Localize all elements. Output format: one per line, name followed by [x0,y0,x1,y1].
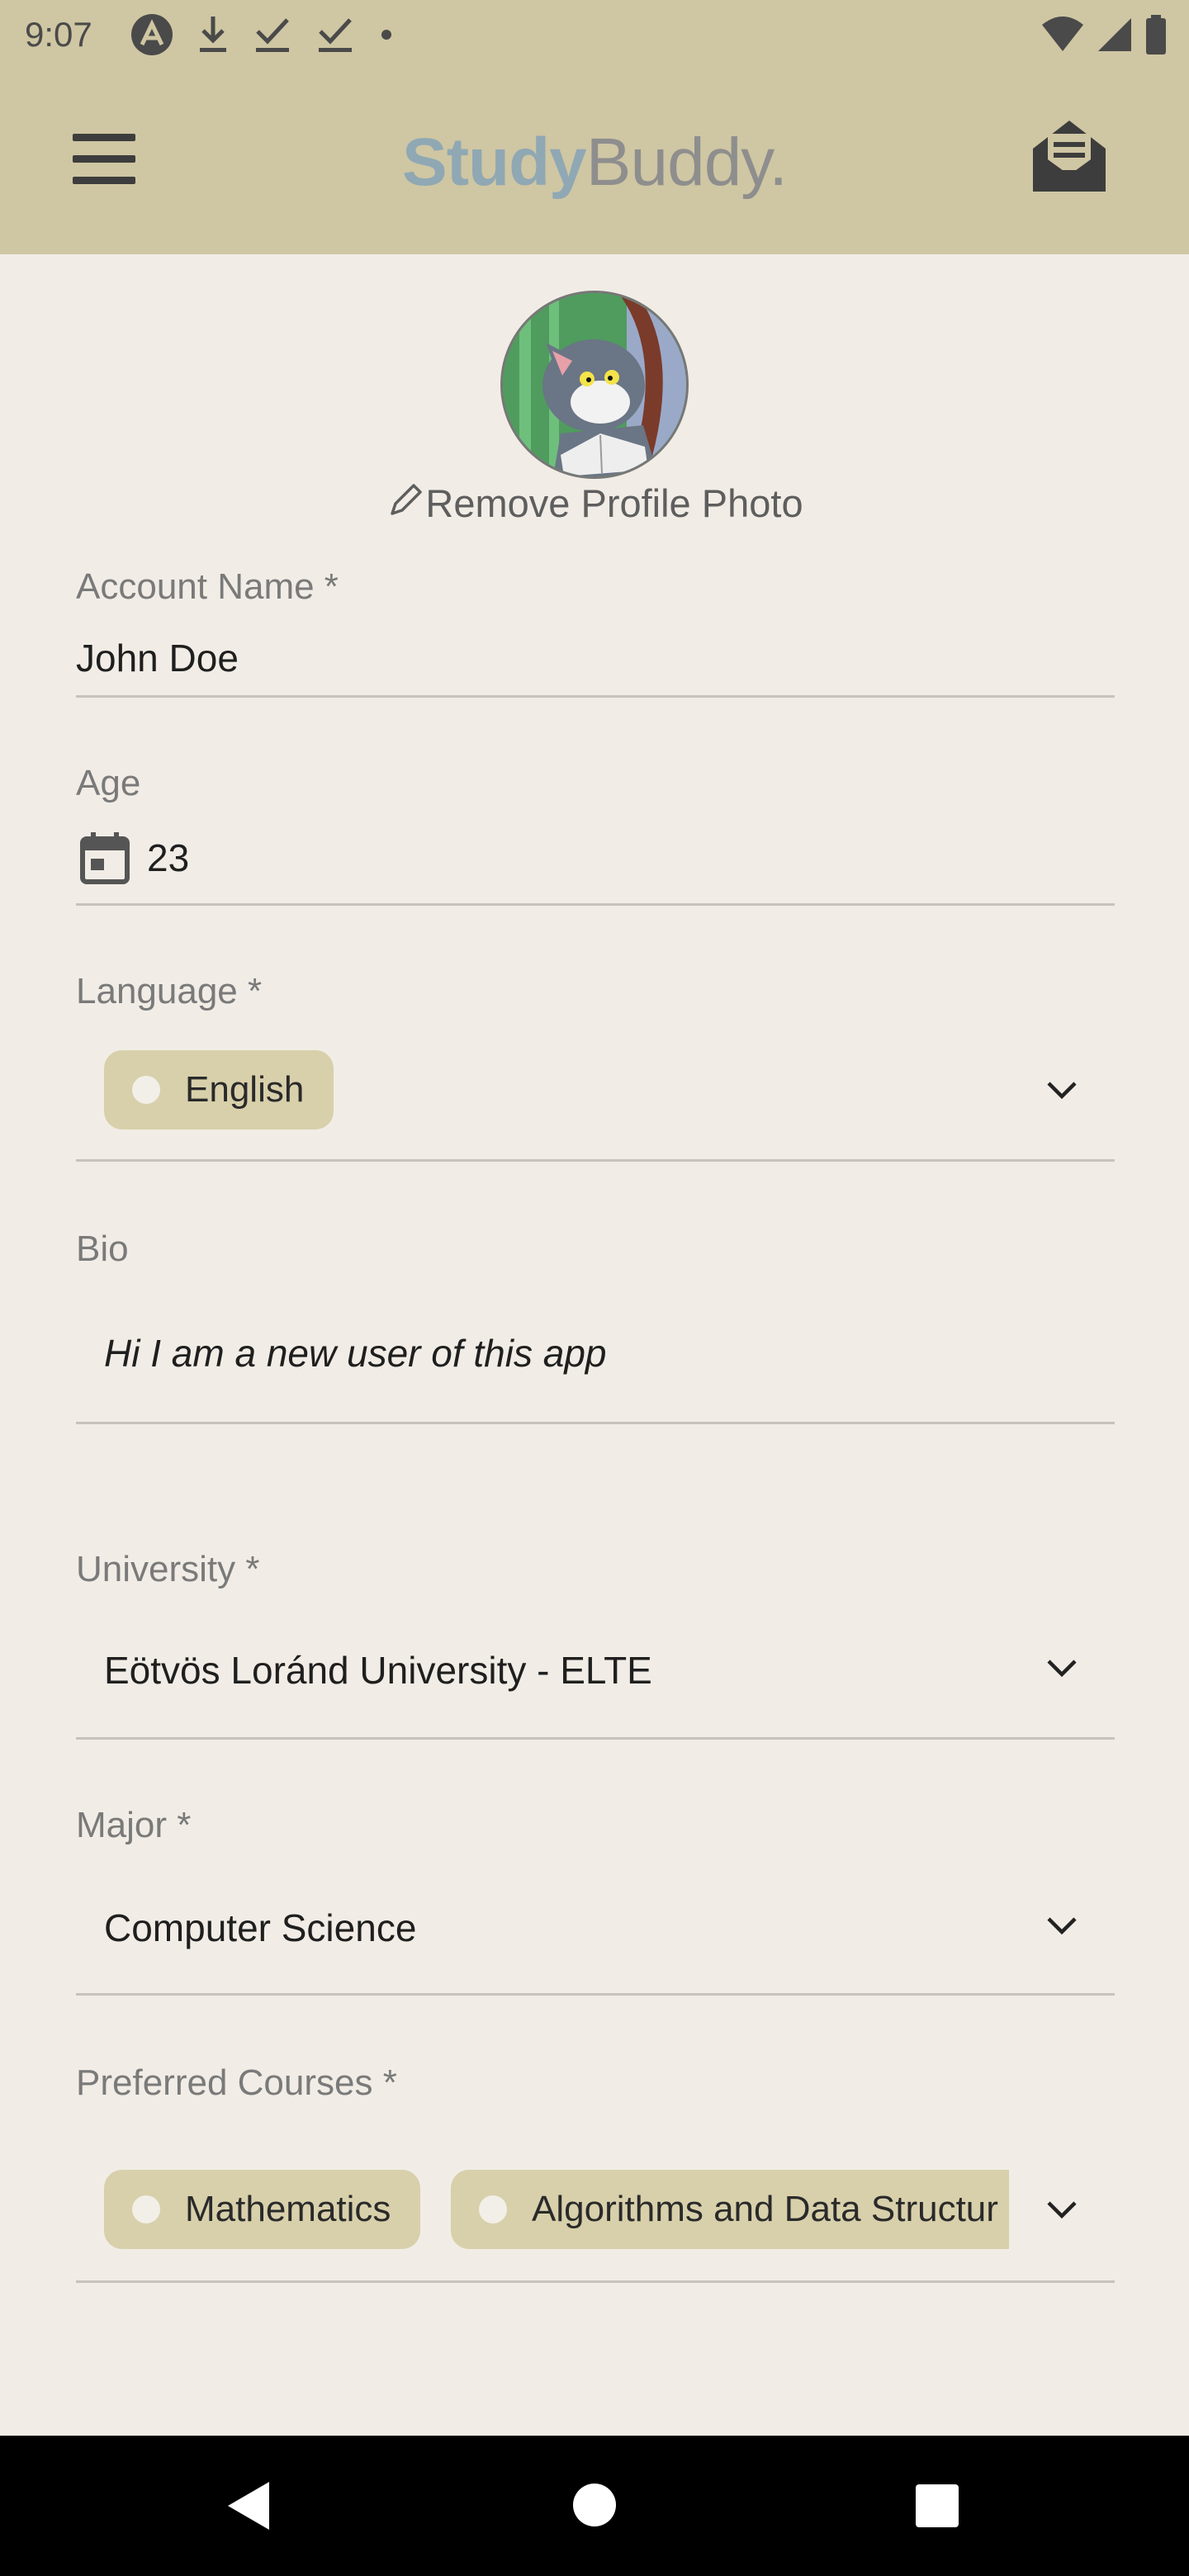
logo-study: Study [402,125,587,200]
preferred-courses-label: Preferred Courses * [76,2062,397,2103]
age-input[interactable]: 23 [147,836,189,880]
recents-icon[interactable] [915,2484,959,2528]
language-chip-english[interactable]: English [104,1050,334,1129]
wifi-icon [1042,17,1083,51]
bio-label: Bio [76,1229,129,1269]
account-name-input[interactable]: John Doe [76,636,239,680]
pencil-icon [391,484,423,515]
app-logo: StudyBuddy. [0,124,1189,201]
chip-dot-icon [479,2195,507,2223]
status-time: 9:07 [25,15,92,54]
status-bar: 9:07 [0,0,1189,73]
dot-icon [381,30,391,40]
university-label: University * [76,1549,260,1589]
course-chip-algorithms[interactable]: Algorithms and Data Structur [451,2170,1009,2249]
check-icon [319,18,352,52]
major-dropdown-chevron-icon[interactable] [1042,1906,1082,1945]
language-chip-label: English [185,1069,305,1110]
remove-photo-label: Remove Profile Photo [425,481,803,525]
course-chip-label: Algorithms and Data Structur [532,2189,998,2229]
check-icon [256,18,289,52]
system-navigation-bar [0,2436,1189,2576]
account-name-underline [76,695,1115,698]
calendar-icon[interactable] [79,831,130,885]
language-label: Language * [76,971,263,1011]
major-underline [76,1993,1115,1996]
account-name-label: Account Name * [76,566,339,607]
bio-input[interactable]: Hi I am a new user of this app [104,1331,607,1376]
home-icon[interactable] [571,2482,618,2528]
back-icon[interactable] [223,2479,274,2533]
age-underline [76,903,1115,906]
app-notification-icon [131,14,173,55]
battery-icon [1146,15,1166,54]
avatar-image [503,293,686,476]
major-label: Major * [76,1805,192,1845]
logo-buddy: Buddy. [585,125,788,200]
university-underline [76,1737,1115,1740]
status-left-icons [130,13,395,56]
profile-avatar[interactable] [500,291,689,479]
age-label: Age [76,763,141,803]
major-select[interactable]: Computer Science [104,1906,416,1950]
language-underline [76,1159,1115,1162]
messages-button[interactable] [1028,116,1111,198]
download-icon [200,17,226,52]
course-chip-mathematics[interactable]: Mathematics [104,2170,421,2249]
remove-photo-button[interactable]: Remove Profile Photo [0,481,1189,526]
courses-dropdown-chevron-icon[interactable] [1042,2190,1082,2229]
status-right-icons [1040,13,1168,56]
chip-dot-icon [132,2195,160,2223]
language-dropdown-chevron-icon[interactable] [1042,1070,1082,1110]
signal-icon [1098,18,1131,51]
course-chip-label: Mathematics [185,2189,391,2229]
university-dropdown-chevron-icon[interactable] [1042,1648,1082,1688]
preferred-courses-underline [76,2280,1115,2283]
chip-dot-icon [132,1076,160,1104]
university-select[interactable]: Eötvös Loránd University - ELTE [104,1648,652,1693]
mail-open-icon [1033,121,1106,192]
bio-underline [76,1422,1115,1424]
